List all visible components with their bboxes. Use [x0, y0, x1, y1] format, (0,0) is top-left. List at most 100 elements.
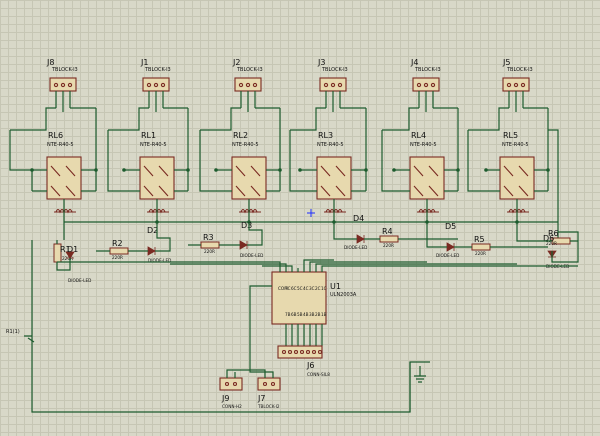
led-ref: D4 [353, 214, 364, 223]
resistor-value: 220R [383, 243, 394, 248]
connector-type: TBLOCK-I3 [506, 67, 533, 73]
pin-3c: 3C [309, 286, 315, 291]
resistor-ref: R3 [203, 233, 214, 242]
net-label-text: R1(1) [6, 329, 20, 335]
resistor-value: 220R [475, 251, 486, 256]
relay-body [409, 156, 445, 200]
led-type: DIODE-LED [240, 253, 263, 258]
connector-ref: J5 [502, 58, 510, 67]
relay-body [139, 156, 175, 200]
relay-type: NTE-R40-5 [140, 142, 167, 148]
relay-module-rl2[interactable]: J2 TBLOCK-I3 RL2 NTE-R40-5 [216, 58, 280, 222]
pin-7c: 7C [285, 286, 291, 291]
relay-module-rl3[interactable]: J3 TBLOCK-I3 RL3 NTE-R40-5 [300, 58, 366, 222]
led-ref: D3 [241, 221, 252, 230]
connector-ref: J6 [306, 361, 314, 370]
pin-3b: 3B [309, 312, 315, 317]
terminal-block [502, 77, 530, 92]
pin-7b: 7B [285, 312, 291, 317]
relay-ref: RL5 [503, 131, 518, 140]
resistor-ref: R2 [112, 239, 123, 248]
cursor-crosshair-icon [307, 209, 315, 217]
relay-type: NTE-R40-5 [47, 142, 74, 148]
pin-1b: 1B [321, 312, 327, 317]
relay-body [499, 156, 535, 200]
relay-module-rl1[interactable]: J1 TBLOCK-I3 RL1 NTE-R40-5 [124, 58, 188, 222]
pin-6b: 6B [291, 312, 297, 317]
relay-ref: RL6 [48, 131, 63, 140]
led-d5[interactable]: D5 DIODE-LED [436, 222, 459, 258]
relay-module-rl5[interactable]: J5 TBLOCK-I3 RL5 NTE-R40-5 [486, 58, 548, 222]
pin-1c: 1C [321, 286, 327, 291]
resistor-value: 220R [62, 256, 73, 261]
relay-type: NTE-R40-5 [410, 142, 437, 148]
terminal-block [319, 77, 347, 92]
connector-ref: J2 [232, 58, 240, 67]
pin-5c: 5C [297, 286, 303, 291]
connector-ref: J7 [257, 394, 265, 403]
schematic-canvas[interactable]: J8 TBLOCK-I3 RL6 NTE-R40-5 J1 TBLOCK-I3 … [0, 0, 600, 436]
pin-2c: 2C [315, 286, 321, 291]
connector-type: TBLOCK-I3 [321, 67, 348, 73]
resistor-r3[interactable]: R3 220R [200, 233, 220, 254]
connector-j6[interactable]: J6 CONN-SIL8 [277, 345, 330, 377]
relay-type: NTE-R40-5 [317, 142, 344, 148]
resistor-r4[interactable]: R4 220R [379, 227, 399, 248]
pin-2b: 2B [315, 312, 321, 317]
led-ref: D5 [445, 222, 456, 231]
connector-type: CONN-H2 [222, 404, 242, 409]
led-type: DIODE-LED [68, 278, 91, 283]
terminal-block [142, 77, 170, 92]
connector-type: TBLOCK-I3 [414, 67, 441, 73]
pin-5b: 5B [297, 312, 303, 317]
led-type: DIODE-LED [344, 245, 367, 250]
led-type: DIODE-LED [436, 253, 459, 258]
relay-body [316, 156, 352, 200]
terminal-block [49, 77, 77, 92]
resistor-value: 220R [112, 255, 123, 260]
relay-ref: RL1 [141, 131, 156, 140]
connector-type: TBLOCK-I3 [51, 67, 78, 73]
driver-ic-u1[interactable]: U1 ULN2003A COM 7C 6C 5C 4C 3C 2C 1C 7B … [271, 271, 357, 325]
pin-6c: 6C [291, 286, 297, 291]
net-label: R1(1) [6, 329, 35, 343]
connector-type: TBLOCK-I3 [144, 67, 171, 73]
ic-ref: U1 [330, 282, 341, 291]
connector-j9[interactable]: J9 CONN-H2 [219, 377, 243, 409]
terminal-block [234, 77, 262, 92]
resistor-ref: R4 [382, 227, 393, 236]
connector-ref: J3 [317, 58, 325, 67]
led-ref: D1 [67, 245, 78, 254]
connector-j7[interactable]: J7 TBLOCK-I2 [257, 377, 281, 409]
ground-symbol [414, 366, 426, 383]
pin-4b: 4B [303, 312, 309, 317]
relay-ref: RL4 [411, 131, 426, 140]
relay-module-rl6[interactable]: J8 TBLOCK-I3 RL6 NTE-R40-5 [32, 58, 96, 240]
connector-ref: J9 [221, 394, 229, 403]
connector-type: TBLOCK-I2 [257, 404, 280, 409]
led-d4[interactable]: D4 DIODE-LED [344, 214, 367, 250]
resistor-ref: R5 [474, 235, 485, 244]
connector-ref: J1 [140, 58, 148, 67]
led-d2[interactable]: D2 DIODE-LED [147, 226, 171, 263]
led-ref: D6 [543, 234, 554, 243]
j7-body [257, 377, 281, 391]
relay-ref: RL3 [318, 131, 333, 140]
connector-ref: J8 [46, 58, 54, 67]
connector-ref: J4 [410, 58, 418, 67]
relay-ref: RL2 [233, 131, 248, 140]
relay-body [46, 156, 82, 200]
connector-type: CONN-SIL8 [307, 372, 330, 377]
led-d3[interactable]: D3 DIODE-LED [239, 221, 263, 258]
terminal-block [412, 77, 440, 92]
resistor-value: 220R [204, 249, 215, 254]
connector-type: TBLOCK-I3 [236, 67, 263, 73]
ic-type: ULN2003A [330, 292, 357, 298]
resistor-r5[interactable]: R5 220R [471, 235, 491, 256]
relay-module-rl4[interactable]: J4 TBLOCK-I3 RL4 NTE-R40-5 [394, 58, 458, 222]
j9-body [219, 377, 243, 391]
pin-4c: 4C [303, 286, 309, 291]
resistor-r2[interactable]: R2 220R [109, 239, 129, 260]
relay-type: NTE-R40-5 [232, 142, 259, 148]
relay-body [231, 156, 267, 200]
